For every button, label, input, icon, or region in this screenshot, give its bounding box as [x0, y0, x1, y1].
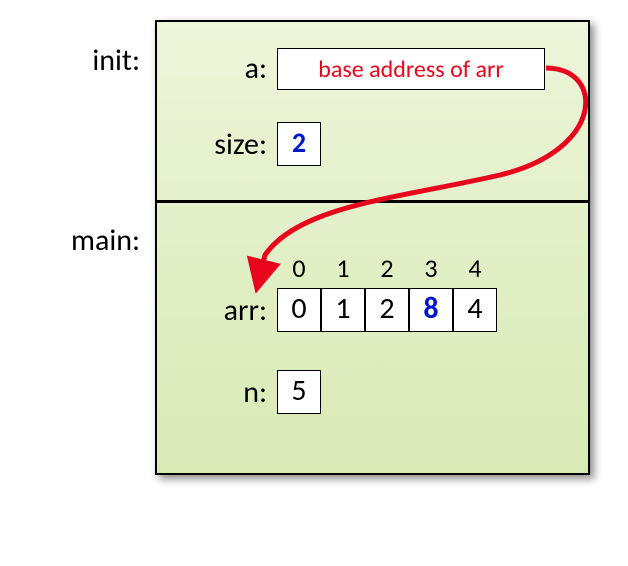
- stack-frames-panel: a: base address of arr size: 2 0 1 2 3 4…: [155, 20, 590, 475]
- arr-cell-3: 8: [409, 288, 453, 332]
- value-size-text: 2: [292, 125, 306, 160]
- arr-cell-4-text: 4: [467, 290, 482, 327]
- arr-cell-0: 0: [277, 288, 321, 332]
- arr-cell-3-text: 8: [423, 290, 438, 327]
- label-a: a:: [167, 50, 267, 87]
- value-n-text: 5: [291, 372, 306, 409]
- arr-cell-1: 1: [321, 288, 365, 332]
- frame-label-main: main:: [20, 222, 140, 259]
- label-size: size:: [167, 126, 267, 163]
- arr-cell-4: 4: [453, 288, 497, 332]
- frame-label-init: init:: [40, 42, 140, 79]
- value-a-text: base address of arr: [318, 55, 503, 84]
- label-arr: arr:: [167, 292, 267, 329]
- value-a: base address of arr: [277, 48, 545, 90]
- arr-cell-2: 2: [365, 288, 409, 332]
- arr-index-0: 0: [277, 252, 321, 284]
- arr-index-3: 3: [409, 252, 453, 284]
- arr-cell-2-text: 2: [379, 290, 394, 327]
- frame-divider: [157, 200, 588, 203]
- value-n: 5: [277, 370, 321, 414]
- arr-cell-1-text: 1: [335, 290, 350, 327]
- arr-index-4: 4: [453, 252, 497, 284]
- label-n: n:: [167, 374, 267, 411]
- arr-cell-0-text: 0: [291, 290, 306, 327]
- arr-index-1: 1: [321, 252, 365, 284]
- diagram-stage: init: main: a: base address of arr size:…: [0, 0, 628, 566]
- value-size: 2: [277, 122, 321, 166]
- arr-index-2: 2: [365, 252, 409, 284]
